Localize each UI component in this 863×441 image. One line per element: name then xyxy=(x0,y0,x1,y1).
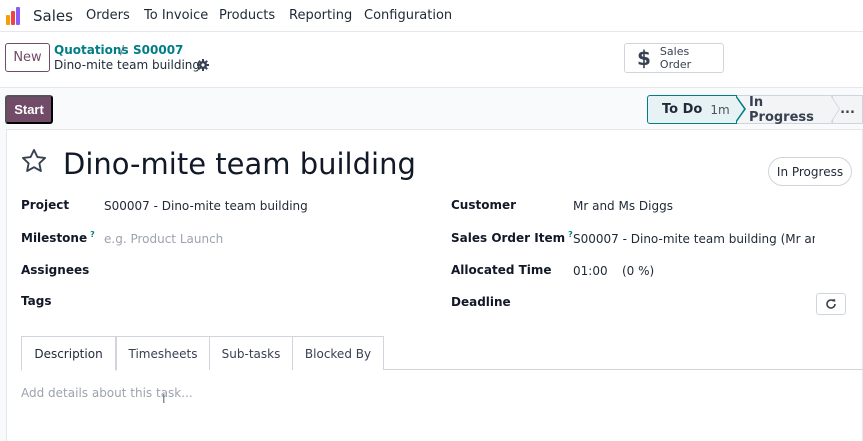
stage-in-progress[interactable]: In Progress xyxy=(735,94,833,125)
gear-icon[interactable] xyxy=(197,59,209,71)
stage-arrow xyxy=(735,96,744,122)
notebook-tabs: Description Timesheets Sub-tasks Blocked… xyxy=(21,336,863,371)
breadcrumb-quotations[interactable]: Quotations xyxy=(54,43,129,57)
breadcrumb-current: Dino-mite team building xyxy=(54,58,201,72)
field-label-sales-order-item: Sales Order Item? xyxy=(451,230,573,245)
stage-bar: ... In Progress To Do 1m xyxy=(647,94,863,125)
start-button[interactable]: Start xyxy=(5,95,53,124)
app-name[interactable]: Sales xyxy=(33,7,73,25)
text-cursor-icon: I xyxy=(162,392,166,406)
tab-sub-tasks[interactable]: Sub-tasks xyxy=(209,336,293,370)
task-title[interactable]: Dino-mite team building xyxy=(63,147,416,181)
breadcrumb-order[interactable]: S00007 xyxy=(133,43,183,57)
sales-app-icon[interactable] xyxy=(6,7,24,25)
refresh-icon xyxy=(826,299,836,309)
stage-in-progress-label: In Progress xyxy=(749,94,814,125)
menu-to-invoice[interactable]: To Invoice xyxy=(144,8,208,23)
menu-configuration[interactable]: Configuration xyxy=(364,8,452,23)
dollar-icon: $ xyxy=(637,46,651,70)
sales-order-label: Sales Order xyxy=(659,45,692,71)
milestone-field[interactable]: e.g. Product Launch xyxy=(104,232,223,246)
breadcrumb-separator: / xyxy=(120,43,125,57)
stage-arrow xyxy=(830,95,839,123)
field-label-allocated-time: Allocated Time xyxy=(451,263,552,277)
project-field[interactable]: S00007 - Dino-mite team building xyxy=(104,199,308,213)
field-label-project: Project xyxy=(21,198,70,212)
field-label-customer: Customer xyxy=(451,198,517,212)
field-label-assignees: Assignees xyxy=(21,263,90,277)
customer-field[interactable]: Mr and Ms Diggs xyxy=(573,199,673,213)
stage-to-do-label: To Do xyxy=(662,102,703,117)
menu-orders[interactable]: Orders xyxy=(86,8,130,23)
new-button[interactable]: New xyxy=(5,43,50,72)
stage-to-do[interactable]: To Do 1m xyxy=(647,95,737,124)
status-row: Start ... In Progress To Do 1m xyxy=(0,89,863,129)
allocated-time-field[interactable]: 01:00 xyxy=(573,264,608,278)
sales-order-item-label-text: Sales Order Item xyxy=(451,231,566,245)
star-icon[interactable] xyxy=(20,147,50,177)
tab-description[interactable]: Description xyxy=(21,336,116,371)
stage-more-label: ... xyxy=(840,102,855,117)
top-navbar: Sales Orders To Invoice Products Reporti… xyxy=(0,0,863,32)
help-icon[interactable]: ? xyxy=(90,230,95,239)
field-label-deadline: Deadline xyxy=(451,295,511,309)
field-label-tags: Tags xyxy=(21,294,52,308)
control-panel: New Quotations / S00007 Dino-mite team b… xyxy=(0,32,863,88)
stage-duration: 1m xyxy=(710,102,730,117)
milestone-label-text: Milestone xyxy=(21,231,88,245)
description-editor[interactable]: Add details about this task... xyxy=(21,386,193,400)
tab-blocked-by[interactable]: Blocked By xyxy=(292,336,384,370)
refresh-button[interactable] xyxy=(816,293,846,315)
state-badge[interactable]: In Progress xyxy=(768,157,852,186)
tab-timesheets[interactable]: Timesheets xyxy=(116,336,210,370)
sales-order-smart-button[interactable]: $ Sales Order xyxy=(624,43,724,73)
sales-order-item-field[interactable]: S00007 - Dino-mite team building (Mr and… xyxy=(573,232,815,246)
allocated-percentage: (0 %) xyxy=(622,264,655,278)
field-label-milestone: Milestone? xyxy=(21,230,95,245)
menu-reporting[interactable]: Reporting xyxy=(289,8,352,23)
menu-products[interactable]: Products xyxy=(219,8,275,23)
task-form-sheet: Dino-mite team building In Progress Proj… xyxy=(6,129,863,441)
